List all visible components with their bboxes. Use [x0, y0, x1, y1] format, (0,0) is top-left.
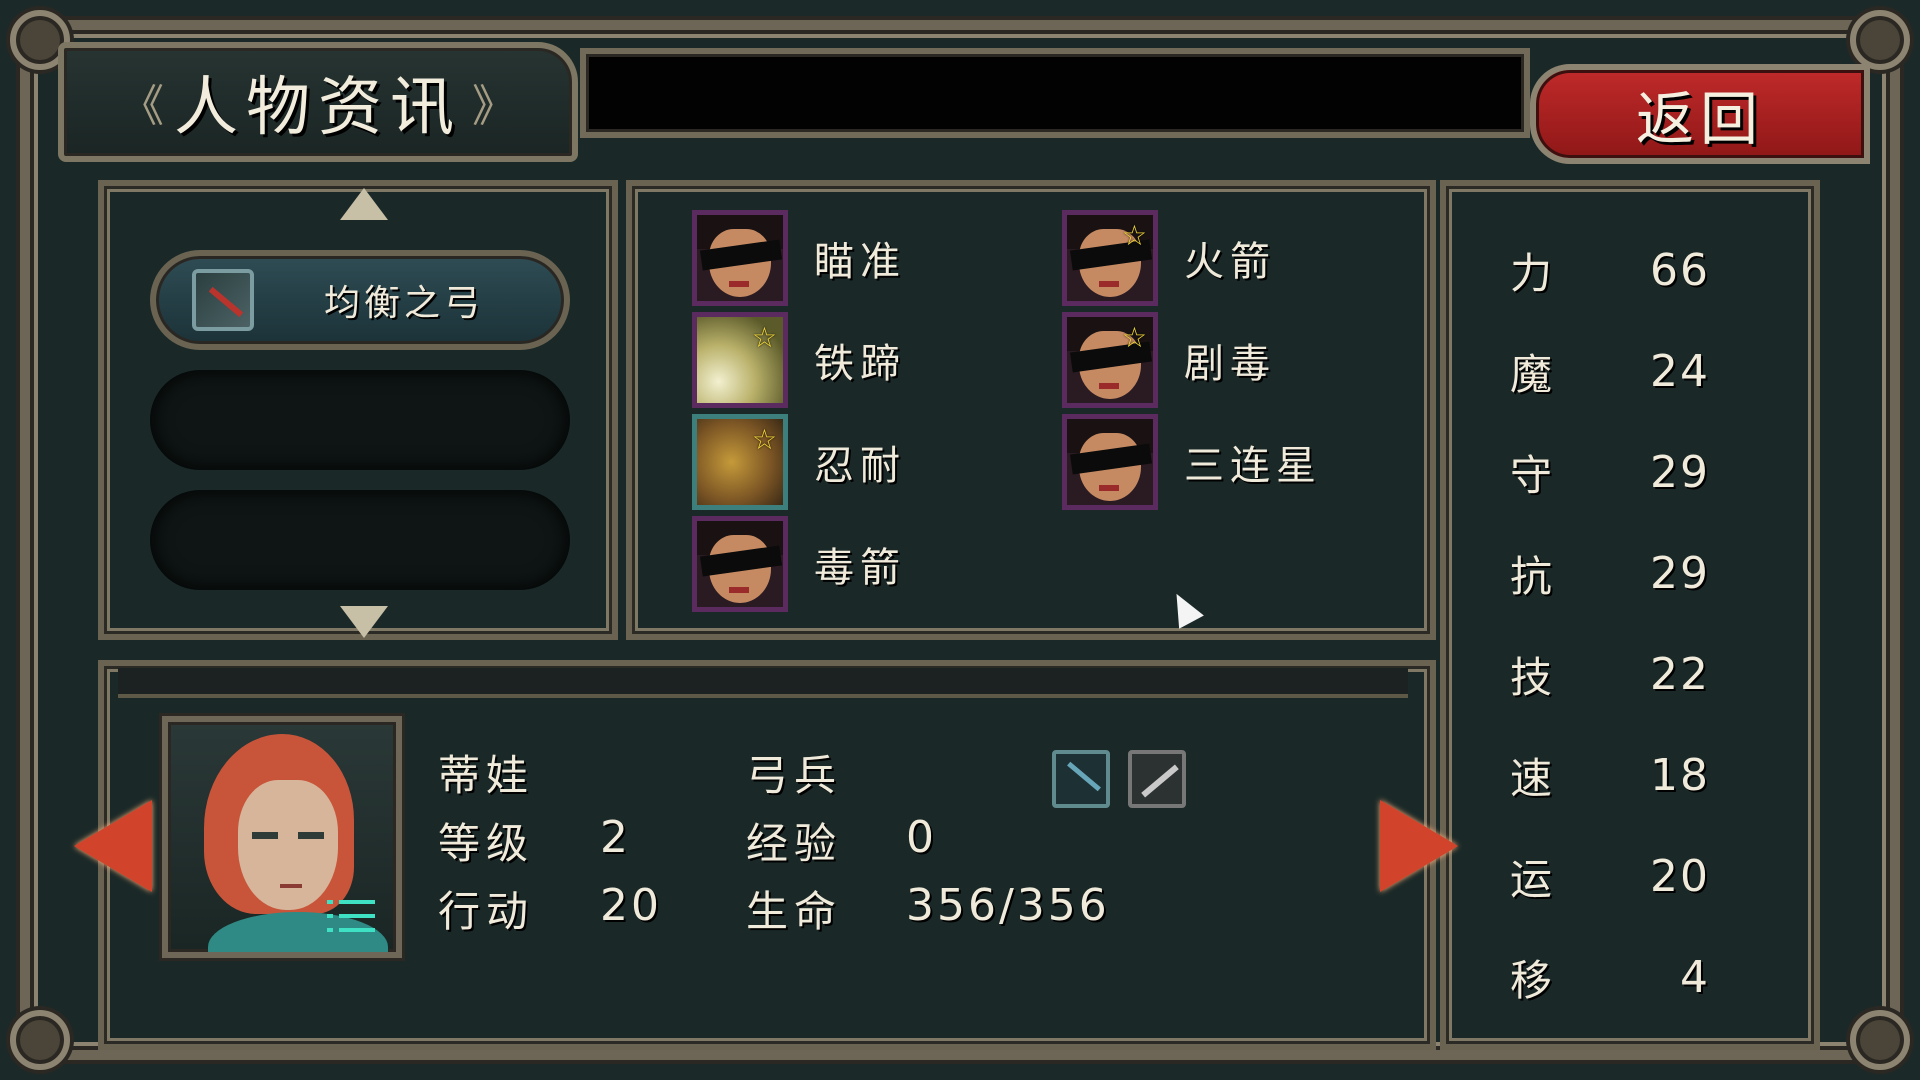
- equipment-slot[interactable]: 均衡之弓: [150, 250, 570, 350]
- masked-archer-icon: [692, 210, 788, 306]
- stat-row: 技 22: [1510, 644, 1710, 705]
- corner-ornament: [1850, 10, 1910, 70]
- stat-value: 4: [1680, 952, 1710, 1003]
- corner-ornament: [10, 1010, 70, 1070]
- stat-value: 66: [1650, 245, 1710, 296]
- skill-item[interactable]: ☆ 铁蹄: [692, 312, 906, 408]
- skill-item[interactable]: 三连星: [1062, 414, 1322, 510]
- skill-item[interactable]: 毒箭: [692, 516, 906, 612]
- stat-row: 移 4: [1510, 947, 1710, 1008]
- skill-name: 铁蹄: [814, 341, 906, 387]
- character-panel-header: [118, 668, 1408, 698]
- level-value: 2: [600, 812, 631, 863]
- equipment-label: 均衡之弓: [324, 283, 485, 324]
- prev-character-arrow-icon[interactable]: [74, 800, 152, 892]
- title-right-ornament: 》: [472, 81, 516, 132]
- knife-weapon-icon: [1128, 750, 1186, 808]
- skill-name: 剧毒: [1184, 341, 1276, 387]
- stat-row: 抗 29: [1510, 543, 1710, 604]
- skill-item[interactable]: ☆ 火箭: [1062, 210, 1276, 306]
- light-burst-icon: ☆: [692, 312, 788, 408]
- stat-value: 29: [1650, 548, 1710, 599]
- skill-name: 火箭: [1184, 239, 1276, 285]
- back-button-label: 返回: [1635, 85, 1764, 153]
- skill-item[interactable]: 瞄准: [692, 210, 906, 306]
- stat-value: 29: [1650, 447, 1710, 498]
- bow-weapon-icon: [1052, 750, 1110, 808]
- stat-label: 守: [1510, 451, 1553, 500]
- skill-item[interactable]: ☆ 忍耐: [692, 414, 906, 510]
- hp-label: 生命: [746, 887, 843, 936]
- stat-label: 移: [1510, 956, 1553, 1005]
- stat-row: 守 29: [1510, 442, 1710, 503]
- equipment-slot-empty[interactable]: [150, 490, 570, 590]
- skill-item[interactable]: ☆ 剧毒: [1062, 312, 1276, 408]
- level-label: 等级: [438, 819, 535, 868]
- stat-label: 魔: [1510, 350, 1553, 399]
- bow-icon: [192, 269, 254, 331]
- equipment-slot-empty[interactable]: [150, 370, 570, 470]
- corner-ornament: [1850, 1010, 1910, 1070]
- stat-label: 速: [1510, 754, 1553, 803]
- skill-name: 毒箭: [814, 545, 906, 591]
- list-menu-icon[interactable]: [327, 896, 377, 940]
- stat-value: 22: [1650, 649, 1710, 700]
- action-value: 20: [600, 880, 662, 931]
- back-button[interactable]: 返回: [1530, 64, 1870, 164]
- title-plaque: 《 人物资讯 》: [58, 42, 578, 162]
- next-character-arrow-icon[interactable]: [1380, 800, 1458, 892]
- stat-row: 力 66: [1510, 240, 1710, 301]
- stat-value: 18: [1650, 750, 1710, 801]
- stat-label: 抗: [1510, 552, 1553, 601]
- scroll-up-arrow-icon[interactable]: [340, 188, 388, 220]
- star-icon: ☆: [751, 423, 777, 456]
- stat-label: 力: [1510, 249, 1553, 298]
- skill-name: 三连星: [1184, 443, 1322, 489]
- character-name: 蒂娃: [438, 751, 535, 800]
- character-class: 弓兵: [746, 751, 843, 800]
- star-icon: ☆: [1121, 219, 1147, 252]
- stat-label: 技: [1510, 653, 1553, 702]
- hp-value: 356/356: [906, 880, 1110, 931]
- exp-value: 0: [906, 812, 937, 863]
- masked-archer-icon: [1062, 414, 1158, 510]
- bear-icon: ☆: [692, 414, 788, 510]
- stat-row: 魔 24: [1510, 341, 1710, 402]
- stat-row: 运 20: [1510, 846, 1710, 907]
- title-left-ornament: 《: [120, 81, 164, 132]
- masked-archer-icon: ☆: [1062, 210, 1158, 306]
- stat-label: 运: [1510, 855, 1553, 904]
- exp-label: 经验: [746, 819, 843, 868]
- scroll-down-arrow-icon[interactable]: [340, 606, 388, 638]
- skill-name: 忍耐: [814, 443, 906, 489]
- action-label: 行动: [438, 887, 535, 936]
- star-icon: ☆: [1121, 321, 1147, 354]
- masked-archer-icon: [692, 516, 788, 612]
- stat-value: 24: [1650, 346, 1710, 397]
- stat-value: 20: [1650, 851, 1710, 902]
- star-icon: ☆: [751, 321, 777, 354]
- title-bar: [580, 48, 1530, 138]
- masked-archer-icon: ☆: [1062, 312, 1158, 408]
- stat-row: 速 18: [1510, 745, 1710, 806]
- page-title: 人物资讯: [174, 71, 462, 145]
- stats-panel: [1440, 180, 1820, 1050]
- game-screen: 《 人物资讯 》 返回 均衡之弓 瞄准 ☆ 火箭 ☆ 铁蹄 ☆ 剧毒 ☆ 忍耐 …: [0, 0, 1920, 1080]
- skill-name: 瞄准: [814, 239, 906, 285]
